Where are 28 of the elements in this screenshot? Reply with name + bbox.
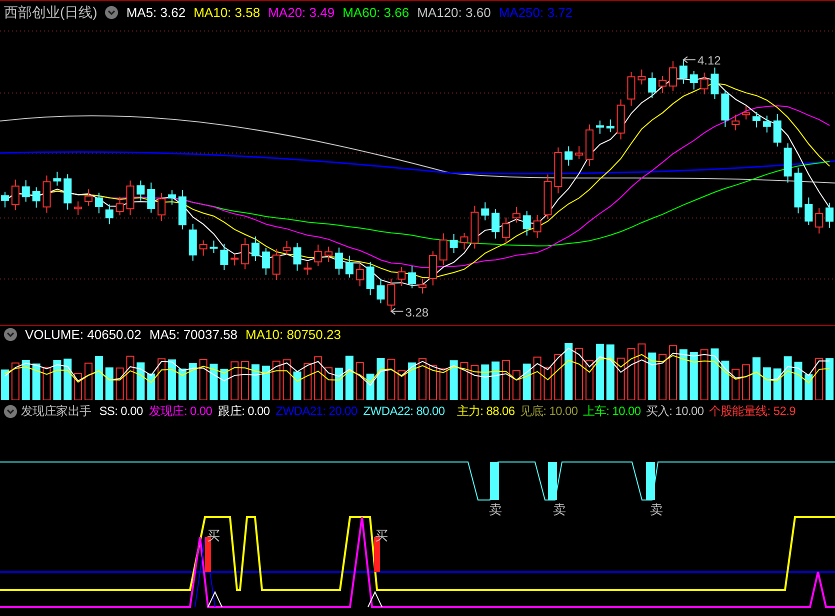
legend-value: MA250: 3.72	[498, 6, 573, 18]
stock-title: 西部创业(日线)	[4, 5, 98, 19]
legend-value: ZWDA21: 20.00	[276, 405, 358, 417]
legend-value: 上车: 10.00	[582, 405, 641, 417]
legend-value: MA120: 3.60	[417, 6, 491, 18]
legend-value: 跟庄: 0.00	[218, 405, 270, 417]
legend-value: MA5: 70037.58	[149, 328, 238, 341]
low-price-label: 3.28	[405, 305, 429, 320]
legend-value: MA60: 3.66	[342, 6, 410, 18]
buy-label: 买	[375, 528, 388, 543]
buy-label: 买	[207, 528, 220, 543]
sell-label: 卖	[553, 502, 566, 517]
legend-value: 买入: 10.00	[646, 405, 704, 417]
sell-label: 卖	[489, 502, 502, 517]
legend-value: ZWDA22: 80.00	[363, 405, 445, 417]
legend-value: 发现庄: 0.00	[148, 405, 212, 417]
legend-value: VOLUME: 40650.02	[25, 328, 142, 341]
indicator-title: 发现庄家出手	[21, 405, 92, 417]
legend-value: MA10: 3.58	[194, 6, 260, 18]
legend-value: 主力: 88.06	[456, 405, 515, 417]
high-price-label: 4.12	[697, 54, 721, 68]
sell-label: 卖	[650, 502, 663, 517]
legend-value: MA10: 80750.23	[246, 328, 341, 341]
legend-value: 个股能量线: 52.9	[708, 405, 796, 417]
legend-value: MA20: 3.49	[268, 6, 335, 18]
legend-value: SS: 0.00	[99, 405, 143, 417]
legend-value: MA5: 3.62	[126, 6, 186, 18]
legend-value: 见底: 10.00	[520, 405, 578, 417]
